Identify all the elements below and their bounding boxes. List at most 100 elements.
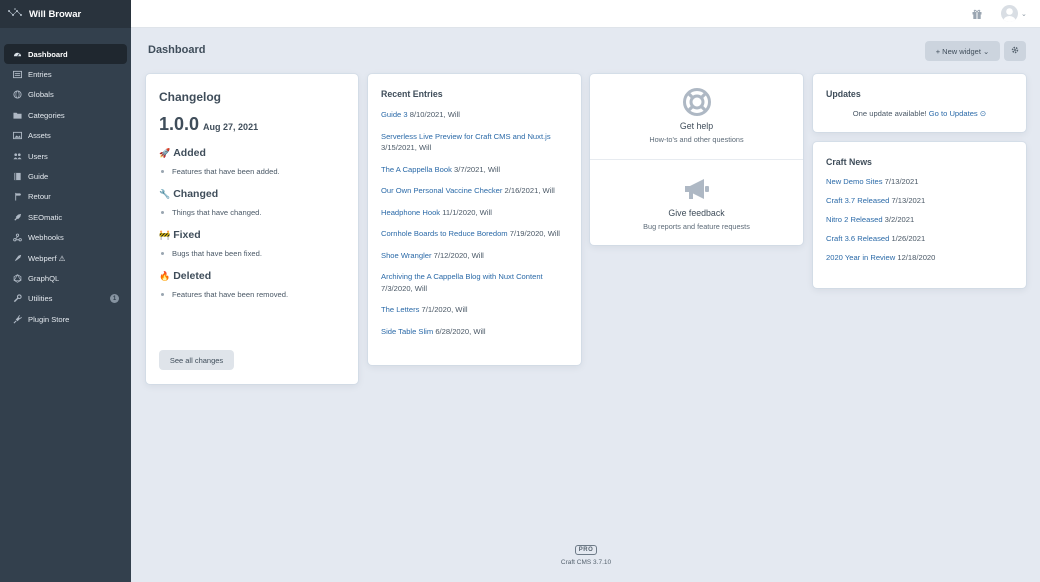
go-to-updates-link[interactable]: Go to Updates ⊙ [929, 109, 986, 118]
user-avatar[interactable] [1001, 5, 1018, 22]
entry-link[interactable]: Archiving the A Cappella Blog with Nuxt … [381, 272, 543, 281]
footer: PRO Craft CMS 3.7.10 [536, 543, 636, 566]
entry-link[interactable]: Guide 3 [381, 110, 408, 119]
section-emoji: 🔥 [159, 270, 171, 281]
list-item: Side Table Slim 6/28/2020, Will [381, 326, 568, 338]
news-link[interactable]: Craft 3.6 Released [826, 234, 889, 243]
wrench-icon [12, 294, 22, 304]
get-help-section[interactable]: Get help How-to's and other questions [590, 87, 803, 144]
sidebar-item-assets[interactable]: Assets [4, 126, 127, 146]
gift-icon[interactable] [971, 8, 983, 20]
recent-entries-title: Recent Entries [381, 89, 443, 99]
sidebar-item-webhooks[interactable]: Webhooks [4, 228, 127, 248]
updates-text: One update available! [852, 109, 929, 118]
sidebar-item-entries[interactable]: Entries [4, 64, 127, 84]
list-item: Guide 3 8/10/2021, Will [381, 109, 568, 121]
entry-meta: 8/10/2021, Will [407, 110, 460, 119]
news-link[interactable]: Craft 3.7 Released [826, 196, 889, 205]
updates-title: Updates [826, 89, 861, 99]
sidebar-item-utilities[interactable]: Utilities 1 [4, 289, 127, 309]
sidebar-item-label: Dashboard [28, 49, 68, 59]
sidebar-item-webperf[interactable]: Webperf ⚠ [4, 248, 127, 268]
entry-meta: 7/3/2020, Will [381, 283, 428, 293]
news-date: 12/18/2020 [895, 253, 936, 262]
entry-link[interactable]: Shoe Wrangler [381, 251, 432, 260]
list-item: Shoe Wrangler 7/12/2020, Will [381, 250, 568, 262]
news-link[interactable]: 2020 Year in Review [826, 253, 895, 262]
news-date: 3/2/2021 [882, 215, 915, 224]
news-date: 7/13/2021 [889, 196, 926, 205]
entries-icon [12, 70, 22, 80]
sidebar-item-label: Entries [28, 70, 52, 80]
list-item: Serverless Live Preview for Craft CMS an… [381, 131, 568, 154]
cms-version: Craft CMS 3.7.10 [560, 559, 612, 566]
sidebar-item-label: Users [28, 151, 48, 161]
news-date: 7/13/2021 [882, 177, 919, 186]
settings-button[interactable] [1004, 41, 1026, 61]
entry-link[interactable]: Serverless Live Preview for Craft CMS an… [381, 132, 551, 141]
get-help-subtitle: How-to's and other questions [649, 135, 744, 144]
sidebar-item-guide[interactable]: Guide [4, 166, 127, 186]
sidebar-item-categories[interactable]: Categories [4, 105, 127, 125]
signpost-icon [12, 192, 22, 202]
users-icon [12, 151, 22, 161]
sidebar-item-label: Globals [28, 90, 54, 100]
list-item: New Demo Sites 7/13/2021 [826, 177, 1013, 186]
sidebar-item-graphql[interactable]: GraphQL [4, 268, 127, 288]
entry-link[interactable]: Side Table Slim [381, 327, 433, 336]
news-link[interactable]: New Demo Sites [826, 177, 883, 186]
section-item: Bugs that have been fixed. [159, 249, 345, 258]
sidebar-item-plugin-store[interactable]: Plugin Store [4, 309, 127, 329]
changelog-section: 🚧 Fixed Bugs that have been fixed. [159, 229, 345, 258]
lifebuoy-icon [590, 87, 803, 117]
sidebar-item-label: Categories [28, 110, 65, 120]
list-item: The Letters 7/1/2020, Will [381, 304, 568, 316]
site-logo-icon [7, 8, 23, 20]
entry-link[interactable]: The A Cappella Book [381, 165, 452, 174]
entry-meta: 3/7/2021, Will [451, 164, 501, 174]
sidebar-item-users[interactable]: Users [4, 146, 127, 166]
entry-link[interactable]: The Letters [381, 305, 419, 314]
sidebar-item-seomatic[interactable]: SEOmatic [4, 207, 127, 227]
news-date: 1/26/2021 [889, 234, 926, 243]
feedback-widget: Get help How-to's and other questions Gi… [590, 74, 803, 245]
section-item: Features that have been added. [159, 167, 345, 176]
changelog-title: Changelog [159, 90, 221, 104]
entry-link[interactable]: Our Own Personal Vaccine Checker [381, 186, 502, 195]
section-item: Features that have been removed. [159, 290, 345, 299]
give-feedback-subtitle: Bug reports and feature requests [643, 222, 750, 231]
see-all-changes-button[interactable]: See all changes [159, 350, 234, 370]
updates-widget: Updates One update available! Go to Upda… [813, 74, 1026, 132]
news-link[interactable]: Nitro 2 Released [826, 215, 883, 224]
updates-line: One update available! Go to Updates ⊙ [826, 109, 1013, 118]
sidebar-item-retour[interactable]: Retour [4, 187, 127, 207]
craft-news-widget: Craft News New Demo Sites 7/13/2021 Craft… [813, 142, 1026, 288]
gauge-icon [12, 49, 22, 59]
sidebar-item-dashboard[interactable]: Dashboard [4, 44, 127, 65]
give-feedback-section[interactable]: Give feedback Bug reports and feature re… [590, 174, 803, 231]
gear-icon [1011, 46, 1019, 56]
entry-link[interactable]: Cornhole Boards to Reduce Boredom [381, 229, 508, 238]
list-item: The A Cappella Book 3/7/2021, Will [381, 164, 568, 176]
section-title: Added [173, 147, 206, 159]
entry-link[interactable]: Headphone Hook [381, 208, 440, 217]
recent-entries-widget: Recent Entries Guide 3 8/10/2021, Will Se… [368, 74, 581, 365]
sidebar-item-globals[interactable]: Globals [4, 85, 127, 105]
sidebar-item-label: Webperf ⚠ [28, 253, 66, 263]
sidebar-item-label: Guide [28, 172, 49, 182]
top-bar: ⌄ [131, 0, 1040, 28]
section-heading: 🚀 Added [159, 147, 345, 159]
chevron-down-icon[interactable]: ⌄ [1021, 10, 1027, 18]
sidebar-item-label: SEOmatic [28, 212, 63, 222]
new-widget-button[interactable]: + New widget ⌄ [925, 41, 1000, 61]
changelog-version: 1.0.0 Aug 27, 2021 [159, 114, 345, 135]
entry-meta: 11/1/2020, Will [440, 207, 492, 217]
sidebar-item-label: Webhooks [28, 233, 64, 243]
changelog-widget: Changelog 1.0.0 Aug 27, 2021 🚀 Added Featu… [146, 74, 358, 384]
list-item: Headphone Hook 11/1/2020, Will [381, 207, 568, 219]
site-switcher[interactable]: Will Browar [0, 0, 131, 28]
entry-meta: 7/1/2020, Will [419, 305, 468, 314]
entry-meta: 6/28/2020, Will [433, 326, 486, 336]
section-title: Fixed [173, 229, 201, 241]
sidebar-item-label: GraphQL [28, 273, 60, 283]
